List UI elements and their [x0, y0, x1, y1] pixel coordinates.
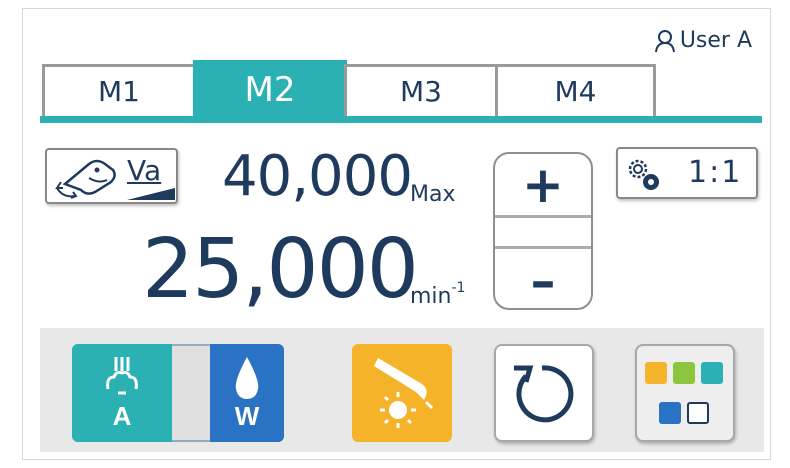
user-indicator[interactable]: User A [654, 28, 752, 53]
ramp-icon [127, 188, 175, 200]
handpiece-mode-button[interactable]: Va [45, 148, 178, 204]
air-label: A [112, 400, 132, 431]
handpiece-icon [55, 159, 116, 199]
gear-ratio-value: 1:1 [688, 155, 743, 190]
speed-stepper: + – [493, 152, 593, 310]
timer-icon [673, 362, 695, 384]
hand-icon [701, 362, 723, 384]
stepper-gap [495, 218, 591, 248]
speed-gauge-icon [645, 362, 667, 384]
unit-exponent: -1 [451, 280, 466, 296]
exit-arrow-icon [687, 402, 709, 424]
tab-m1[interactable]: M1 [42, 64, 196, 116]
mode-label: Va [127, 154, 162, 187]
water-drop-icon [235, 356, 259, 399]
tab-m3[interactable]: M3 [344, 64, 498, 116]
gear-icon [628, 159, 659, 190]
rotation-icon [514, 365, 574, 423]
tab-m4[interactable]: M4 [495, 64, 656, 116]
gear-ratio-button[interactable]: 1:1 [616, 147, 758, 199]
settings-hand-icon [659, 402, 681, 424]
unit-text: min [410, 284, 452, 309]
max-speed-label: Max [410, 182, 456, 207]
user-icon [654, 29, 675, 52]
water-button[interactable]: W [210, 344, 284, 442]
tab-m2[interactable]: M2 [193, 60, 347, 116]
air-icon [106, 356, 138, 394]
function-menu-button[interactable] [635, 344, 735, 442]
user-name: User A [679, 28, 752, 53]
light-button[interactable] [352, 344, 452, 442]
speed-unit: min-1 [410, 280, 465, 309]
rotation-direction-button[interactable] [494, 344, 594, 442]
max-speed-value: 40,000 [222, 144, 413, 209]
decrease-button[interactable]: – [495, 246, 591, 308]
handpiece-light-icon [374, 358, 434, 428]
memory-tabs: M1 M2 M3 M4 [42, 60, 656, 116]
current-speed-value: 25,000 [142, 222, 419, 317]
water-label: W [234, 400, 260, 431]
increase-button[interactable]: + [495, 154, 591, 218]
tab-underline [40, 116, 762, 123]
air-button[interactable]: A [72, 344, 172, 442]
